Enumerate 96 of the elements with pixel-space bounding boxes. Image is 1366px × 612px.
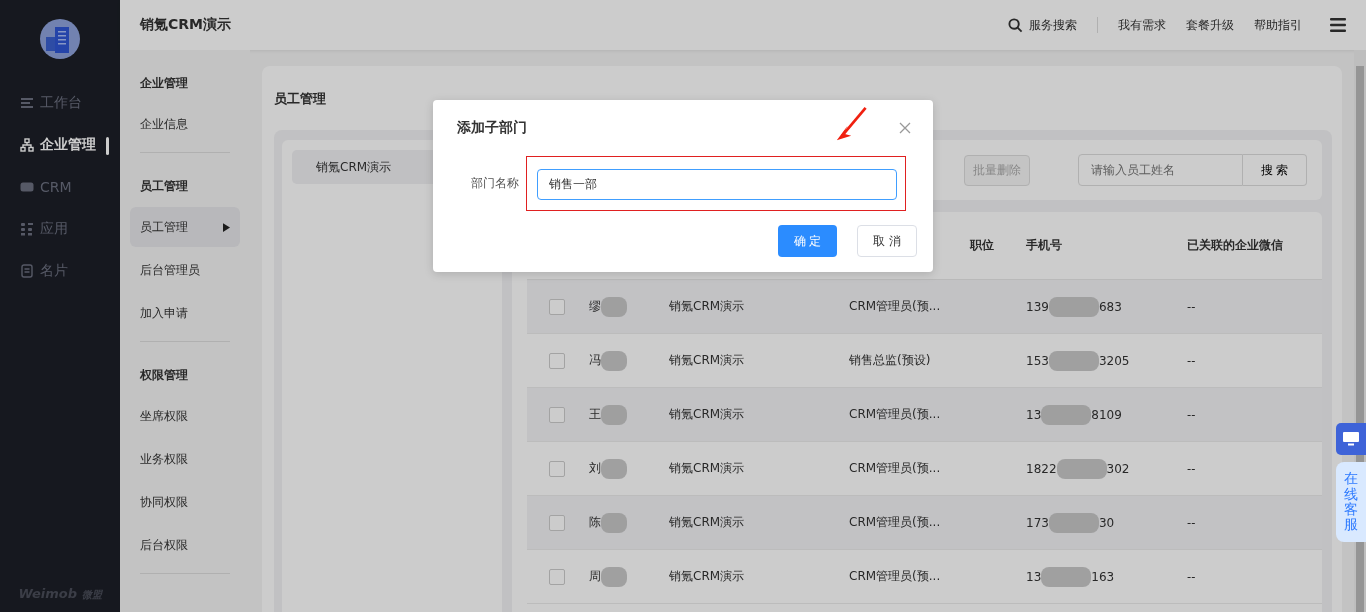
- blurred-text: [601, 404, 627, 425]
- table-cell: 13: [1026, 569, 1042, 584]
- department-name-field[interactable]: 销售一部: [537, 169, 897, 200]
- submenu-item[interactable]: 企业信息: [130, 104, 240, 144]
- table-cell: --: [1187, 569, 1196, 584]
- submenu-item[interactable]: 员工管理: [130, 207, 240, 247]
- column-header: 手机号: [1026, 237, 1062, 254]
- table-cell: 173: [1026, 515, 1049, 530]
- table-row[interactable]: 周 销氪CRM演示 CRM管理员(预... 13 163 --: [527, 550, 1322, 604]
- table-row[interactable]: 王 销氪CRM演示 CRM管理员(预... 13 8109 --: [527, 388, 1322, 442]
- table-cell: 销氪CRM演示: [669, 298, 745, 315]
- table-cell: --: [1187, 407, 1196, 422]
- table-cell: 销氪CRM演示: [669, 514, 745, 531]
- table-cell: CRM管理员(预...: [849, 460, 941, 477]
- table-cell: 王: [589, 406, 601, 423]
- blurred-text: [601, 512, 627, 533]
- blurred-text: [601, 458, 627, 479]
- table-cell: CRM管理员(预...: [849, 514, 941, 531]
- table-cell: 刘: [589, 460, 601, 477]
- header-link[interactable]: 帮助指引: [1254, 16, 1302, 34]
- menu-group-title: 企业管理: [139, 75, 189, 92]
- table-cell: --: [1187, 353, 1196, 368]
- building-logo-icon: [40, 19, 80, 59]
- hierarchy-icon: [20, 138, 34, 152]
- table-cell: --: [1187, 299, 1196, 314]
- table-row[interactable]: 缪 销氪CRM演示 CRM管理员(预... 139 683 --: [527, 280, 1322, 334]
- table-cell: 缪: [589, 298, 601, 315]
- table-cell: 销售总监(预设): [849, 352, 931, 369]
- app-title: 销氪CRM演示: [140, 16, 231, 34]
- badge-icon: [20, 180, 34, 194]
- search-button[interactable]: 搜 索: [1243, 154, 1307, 186]
- table-cell: 8109: [1091, 407, 1122, 422]
- table-cell: --: [1187, 515, 1196, 530]
- table-row[interactable]: 陈 销氪CRM演示 CRM管理员(预... 173 30 --: [527, 496, 1322, 550]
- blurred-text: [1041, 404, 1092, 425]
- table-cell: CRM管理员(预...: [849, 298, 941, 315]
- list-icon: [20, 96, 34, 110]
- submenu-item[interactable]: 后台管理员: [130, 250, 240, 290]
- service-search-link[interactable]: 服务搜索: [1008, 16, 1077, 34]
- table-cell: CRM管理员(预...: [849, 406, 941, 423]
- submenu-item[interactable]: 加入申请: [130, 293, 240, 333]
- blurred-text: [1048, 350, 1099, 371]
- table-cell: 30: [1098, 515, 1115, 530]
- submenu-item[interactable]: 坐席权限: [130, 396, 240, 436]
- checkbox[interactable]: [549, 352, 565, 369]
- blurred-text: [601, 350, 627, 371]
- table-cell: 销氪CRM演示: [669, 352, 745, 369]
- checkbox[interactable]: [549, 514, 565, 531]
- dialog-title: 添加子部门: [457, 119, 527, 137]
- sidebar-item[interactable]: 企业管理: [0, 134, 120, 156]
- table-cell: 1822: [1026, 461, 1057, 476]
- blurred-text: [1056, 458, 1107, 479]
- submenu-item[interactable]: 协同权限: [130, 482, 240, 522]
- table-cell: 683: [1098, 299, 1122, 314]
- table-cell: 冯: [589, 352, 601, 369]
- menu-group-title: 权限管理: [139, 367, 189, 384]
- column-header: 已关联的企业微信: [1187, 238, 1283, 253]
- table-cell: 销氪CRM演示: [669, 460, 745, 477]
- caret-icon: [223, 222, 230, 232]
- checkbox[interactable]: [549, 568, 565, 585]
- menu-icon[interactable]: [1330, 18, 1346, 32]
- checkbox[interactable]: [549, 298, 565, 315]
- checkbox[interactable]: [549, 406, 565, 423]
- column-header: 职位: [970, 237, 994, 254]
- table-cell: 陈: [589, 514, 601, 531]
- cancel-button[interactable]: 取 消: [857, 225, 917, 257]
- table-cell: 13: [1026, 407, 1042, 422]
- table-cell: --: [1187, 461, 1196, 476]
- table-cell: 3205: [1098, 353, 1130, 368]
- table-cell: CRM管理员(预...: [849, 568, 941, 585]
- checkbox[interactable]: [549, 460, 565, 477]
- table-cell: 周: [589, 568, 601, 585]
- table-cell: 销氪CRM演示: [669, 568, 745, 585]
- submenu-item[interactable]: 后台权限: [130, 525, 240, 565]
- table-cell: 153: [1026, 353, 1049, 368]
- blurred-text: [601, 566, 627, 587]
- table-cell: 302: [1106, 461, 1130, 476]
- search-field[interactable]: 请输入员工姓名: [1078, 154, 1243, 186]
- blurred-text: [1048, 512, 1099, 533]
- chat-button[interactable]: [1336, 423, 1366, 455]
- header-link[interactable]: 套餐升级: [1186, 16, 1234, 34]
- grid-icon: [20, 222, 34, 236]
- document-icon: [20, 264, 34, 278]
- submenu-item[interactable]: 业务权限: [130, 439, 240, 479]
- table-cell: 销氪CRM演示: [669, 406, 745, 423]
- blurred-text: [1041, 566, 1092, 587]
- page-title: 员工管理: [274, 90, 327, 106]
- blurred-text: [601, 296, 627, 317]
- monitor-icon: [1343, 432, 1359, 446]
- table-cell: 139: [1026, 299, 1049, 314]
- table-cell: 163: [1091, 569, 1115, 584]
- close-icon[interactable]: [899, 122, 911, 134]
- blurred-text: [1048, 296, 1099, 317]
- search-icon: [1008, 17, 1023, 33]
- header-link[interactable]: 我有需求: [1118, 16, 1166, 34]
- menu-group-title: 员工管理: [139, 178, 189, 195]
